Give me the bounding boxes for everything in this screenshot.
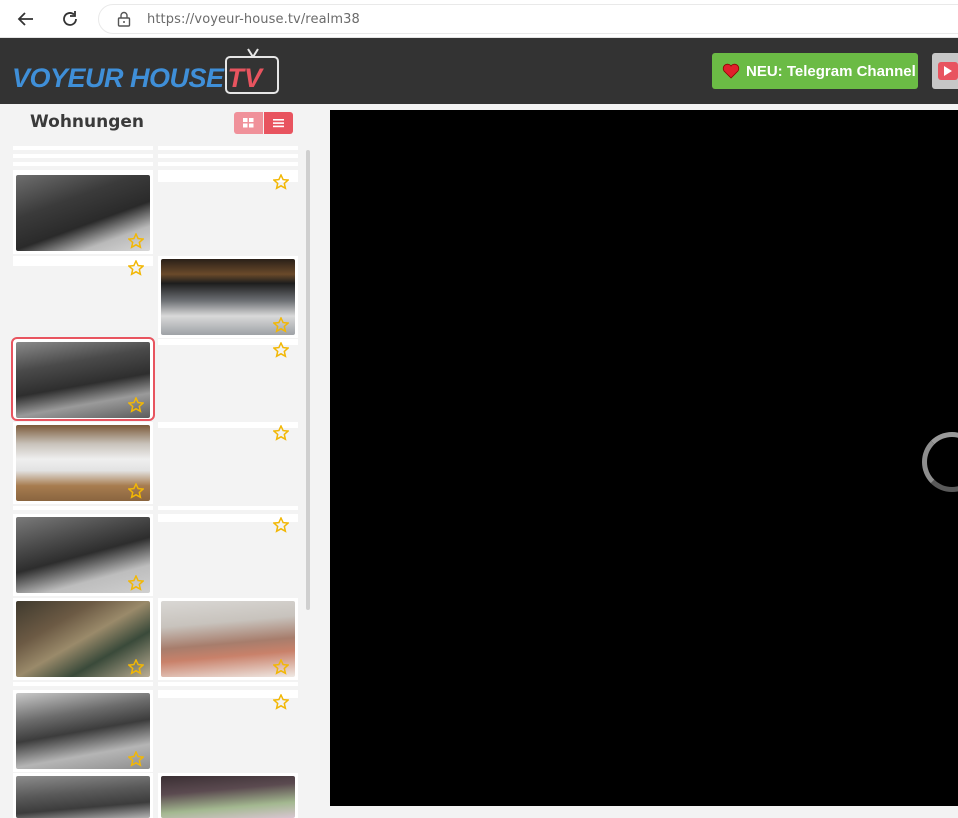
sidebar-title: Wohnungen <box>30 112 145 132</box>
room-tile[interactable] <box>13 598 153 680</box>
list-icon <box>273 119 284 128</box>
room-tile[interactable] <box>158 773 298 818</box>
grid-view-button[interactable] <box>234 112 263 134</box>
favorite-star-icon[interactable] <box>128 233 144 249</box>
site-logo[interactable]: VOYEUR HOUSE TV <box>12 48 279 94</box>
lock-icon <box>117 11 131 27</box>
reload-icon <box>63 11 77 26</box>
favorite-star-icon[interactable] <box>128 575 144 591</box>
room-tile[interactable] <box>158 598 298 680</box>
favorite-star-icon[interactable] <box>128 397 144 413</box>
list-item[interactable] <box>13 154 153 158</box>
room-thumbnail <box>161 776 295 818</box>
back-button[interactable] <box>12 5 40 33</box>
favorite-star-icon[interactable] <box>273 317 289 333</box>
url-path: /realm38 <box>300 11 360 27</box>
room-tile[interactable] <box>158 172 298 190</box>
browser-toolbar: https://voyeur-house.tv/realm38 <box>0 0 958 38</box>
arrow-left-icon <box>17 12 33 26</box>
url-scheme: https:// <box>147 11 195 27</box>
favorite-star-icon[interactable] <box>273 694 289 710</box>
favorite-star-icon[interactable] <box>128 751 144 767</box>
favorite-star-icon[interactable] <box>273 659 289 675</box>
rooms-sidebar: Wohnungen <box>0 104 330 818</box>
room-tile[interactable] <box>13 773 153 818</box>
favorite-star-icon[interactable] <box>128 483 144 499</box>
favorite-star-icon[interactable] <box>273 425 289 441</box>
list-item[interactable] <box>13 146 153 150</box>
list-item[interactable] <box>13 682 153 686</box>
loading-spinner-icon <box>922 432 958 492</box>
room-tile[interactable] <box>158 339 298 358</box>
video-button[interactable] <box>932 53 958 89</box>
heart-icon <box>722 63 740 79</box>
room-tile[interactable] <box>158 514 298 533</box>
room-tile[interactable] <box>158 256 298 338</box>
room-tile[interactable] <box>13 256 153 276</box>
site-header: VOYEUR HOUSE TV NEU: Telegram Channel <box>0 38 958 104</box>
favorite-star-icon[interactable] <box>128 659 144 675</box>
list-item[interactable] <box>158 162 298 166</box>
favorite-star-icon[interactable] <box>273 174 289 190</box>
sidebar-scrollbar[interactable] <box>306 150 310 610</box>
room-thumbnail <box>16 776 150 818</box>
list-item[interactable] <box>158 506 298 510</box>
list-item[interactable] <box>13 506 153 510</box>
url-host: voyeur-house.tv <box>194 11 301 27</box>
logo-tv: TV <box>224 48 279 94</box>
list-item[interactable] <box>158 146 298 150</box>
favorite-star-icon[interactable] <box>273 342 289 358</box>
room-tile[interactable] <box>158 690 298 710</box>
list-item[interactable] <box>13 162 153 166</box>
telegram-label: NEU: Telegram Channel <box>746 62 916 80</box>
tv-frame-icon <box>224 56 279 94</box>
address-bar[interactable]: https://voyeur-house.tv/realm38 <box>98 4 958 34</box>
list-view-button[interactable] <box>264 112 293 134</box>
reload-button[interactable] <box>56 5 84 33</box>
logo-word: VOYEUR HOUSE <box>12 63 224 93</box>
favorite-star-icon[interactable] <box>128 260 144 276</box>
play-icon <box>938 62 958 80</box>
room-tile[interactable] <box>158 422 298 441</box>
room-tile[interactable] <box>13 172 153 254</box>
list-item[interactable] <box>158 154 298 158</box>
favorite-star-icon[interactable] <box>273 517 289 533</box>
grid-icon <box>243 118 254 128</box>
url-text: https://voyeur-house.tv/realm38 <box>147 12 360 27</box>
room-tile[interactable] <box>13 514 153 596</box>
telegram-channel-button[interactable]: NEU: Telegram Channel <box>712 53 918 89</box>
tv-antenna-icon <box>246 48 259 58</box>
list-item[interactable] <box>158 682 298 686</box>
video-player[interactable] <box>330 110 958 806</box>
room-tile[interactable] <box>13 690 153 772</box>
view-toggle <box>234 112 293 134</box>
room-tile[interactable] <box>13 422 153 504</box>
room-tile-selected[interactable] <box>11 337 155 421</box>
